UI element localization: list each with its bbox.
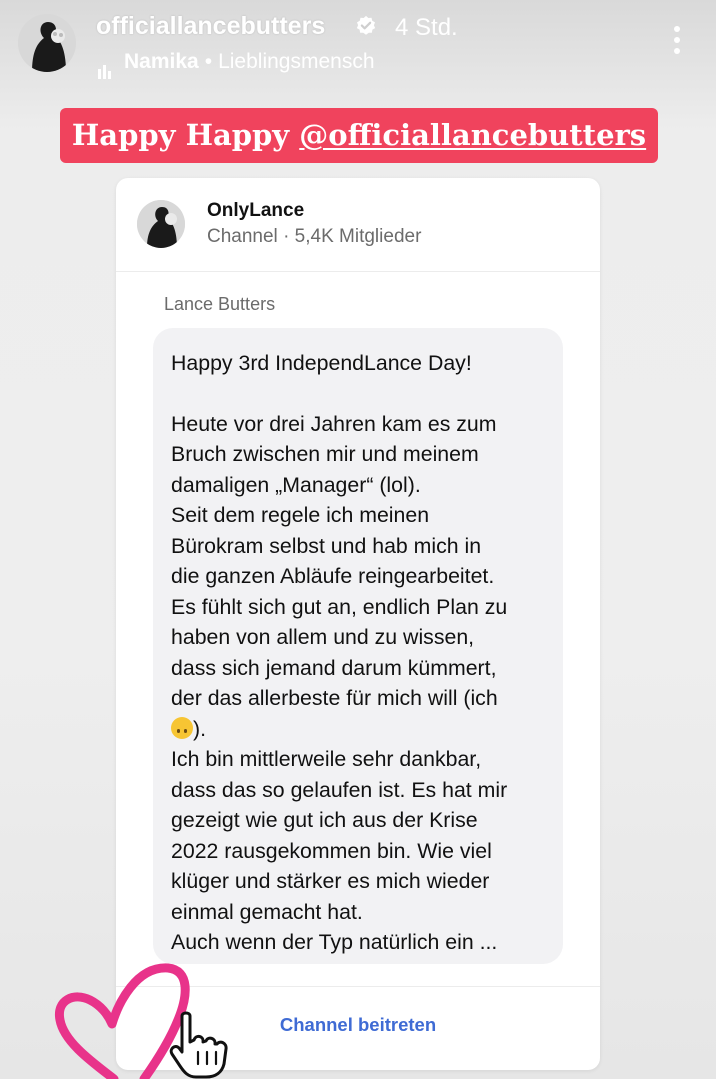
- channel-meta: Channel · 5,4K Mitglieder: [207, 226, 421, 248]
- verified-badge-icon: [356, 15, 376, 35]
- channel-type: Channel: [207, 226, 278, 247]
- music-bars-icon: [98, 55, 114, 80]
- divider: [116, 271, 600, 272]
- music-separator: •: [204, 50, 213, 73]
- upside-down-face-emoji-icon: [171, 716, 193, 739]
- story-header: officiallancebutters 4 Std. Namika • Liebl…: [0, 0, 716, 90]
- story-username[interactable]: officiallancebutters: [96, 12, 325, 41]
- profile-avatar[interactable]: [18, 14, 76, 72]
- more-options-icon[interactable]: [668, 26, 686, 56]
- channel-name: OnlyLance: [207, 200, 305, 221]
- channel-meta-separator: ·: [283, 226, 290, 247]
- channel-avatar: [137, 200, 185, 248]
- heart-doodle-icon: [54, 963, 228, 1079]
- mention-sticker[interactable]: Happy Happy @officiallancebutters: [60, 108, 658, 163]
- message-title: Happy 3rd IndependLance Day!: [171, 351, 472, 375]
- message-body: Heute vor drei Jahren kam es zum Bruch z…: [171, 409, 545, 958]
- music-song: Lieblingsmensch: [218, 50, 375, 73]
- channel-card: OnlyLance Channel · 5,4K Mitglieder Lanc…: [116, 178, 600, 1070]
- message-body-text: Heute vor drei Jahren kam es zum Bruch z…: [171, 411, 508, 711]
- message-body-continued: ). Ich bin mittlerweile sehr dankbar, da…: [171, 716, 508, 955]
- sticker-text: Happy Happy: [71, 118, 300, 152]
- music-artist: Namika: [124, 50, 199, 73]
- message-sender: Lance Butters: [164, 294, 276, 314]
- story-timestamp: 4 Std.: [395, 14, 458, 41]
- message-bubble: Happy 3rd IndependLance Day! Heute vor d…: [153, 328, 563, 964]
- channel-members: 5,4K Mitglieder: [294, 226, 422, 247]
- sticker-mention[interactable]: @officiallancebutters: [299, 118, 646, 152]
- music-info[interactable]: Namika • Lieblingsmensch: [98, 50, 375, 80]
